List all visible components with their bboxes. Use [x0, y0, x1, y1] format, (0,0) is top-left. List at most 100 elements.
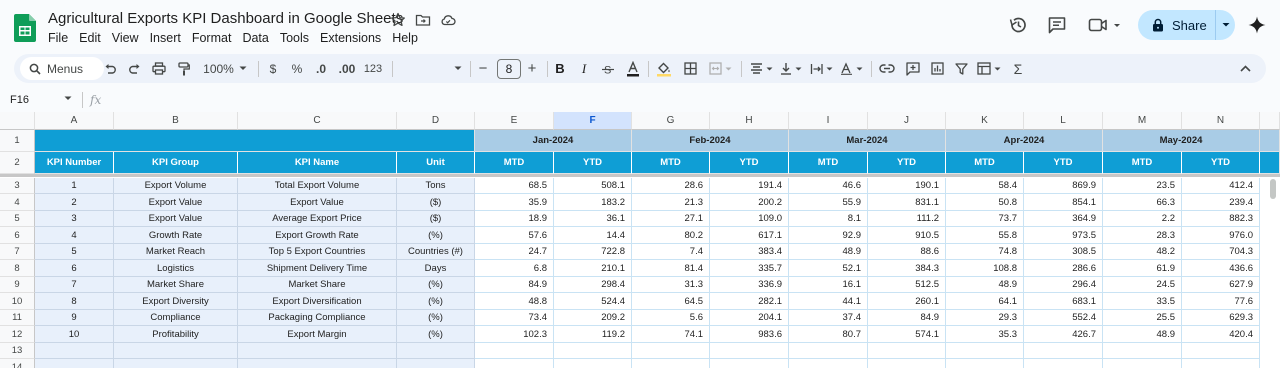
empty-cell[interactable]: [1182, 343, 1260, 359]
kpi-group-cell[interactable]: Market Share: [114, 277, 238, 293]
mtd-value-cell[interactable]: 46.6: [789, 178, 868, 194]
ytd-value-cell[interactable]: 627.9: [1182, 277, 1260, 293]
frozen-rows-divider[interactable]: [0, 174, 1280, 177]
mtd-value-cell[interactable]: 48.9: [789, 244, 868, 260]
kpi-name-cell[interactable]: Export Growth Rate: [238, 227, 397, 244]
ytd-value-cell[interactable]: 204.1: [710, 310, 789, 326]
ytd-value-cell[interactable]: 629.3: [1182, 310, 1260, 326]
ytd-value-cell[interactable]: 426.7: [1024, 326, 1103, 343]
ytd-value-cell[interactable]: 552.4: [1024, 310, 1103, 326]
gemini-sparkle-icon[interactable]: [1247, 15, 1267, 35]
row-header-5[interactable]: 5: [0, 211, 35, 227]
kpi-number-cell[interactable]: 5: [35, 244, 114, 260]
mtd-value-cell[interactable]: 73.4: [475, 310, 554, 326]
name-box[interactable]: F16: [10, 94, 29, 106]
mtd-header[interactable]: MTD: [789, 152, 868, 174]
ytd-value-cell[interactable]: 420.4: [1182, 326, 1260, 343]
mtd-value-cell[interactable]: 64.5: [632, 293, 710, 310]
empty-cell[interactable]: [789, 359, 868, 368]
mtd-value-cell[interactable]: 24.7: [475, 244, 554, 260]
row-header-4[interactable]: 4: [0, 194, 35, 211]
ytd-value-cell[interactable]: 364.9: [1024, 211, 1103, 227]
column-header-m[interactable]: M: [1103, 112, 1182, 130]
mtd-value-cell[interactable]: 64.1: [946, 293, 1024, 310]
font-family-dropdown[interactable]: [400, 54, 462, 83]
ytd-header[interactable]: YTD: [1024, 152, 1103, 174]
kpi-unit-cell[interactable]: (%): [397, 326, 475, 343]
ytd-value-cell[interactable]: 88.6: [868, 244, 946, 260]
column-header-i[interactable]: I: [789, 112, 868, 130]
horizontal-align-dropdown[interactable]: [748, 54, 774, 83]
spreadsheet-grid[interactable]: A B C D E F G H I J K L M N 1 2 3 4 5 6 7 8 9 10 11 12 13 14 Jan-202…: [0, 112, 1280, 368]
more-formats-button[interactable]: 123: [362, 54, 384, 83]
mtd-value-cell[interactable]: 24.5: [1103, 277, 1182, 293]
ytd-value-cell[interactable]: 286.6: [1024, 260, 1103, 277]
row-header-9[interactable]: 9: [0, 277, 35, 293]
ytd-value-cell[interactable]: 298.4: [554, 277, 632, 293]
ytd-value-cell[interactable]: 524.4: [554, 293, 632, 310]
mtd-value-cell[interactable]: 31.3: [632, 277, 710, 293]
mtd-value-cell[interactable]: 28.3: [1103, 227, 1182, 244]
mtd-value-cell[interactable]: 5.6: [632, 310, 710, 326]
italic-button[interactable]: I: [577, 54, 591, 83]
mtd-value-cell[interactable]: 33.5: [1103, 293, 1182, 310]
mtd-value-cell[interactable]: 80.2: [632, 227, 710, 244]
empty-cell[interactable]: [946, 343, 1024, 359]
ytd-value-cell[interactable]: 384.3: [868, 260, 946, 277]
percent-format-button[interactable]: %: [290, 54, 304, 83]
kpi-name-cell[interactable]: Export Margin: [238, 326, 397, 343]
menu-data[interactable]: Data: [242, 31, 268, 47]
ytd-header[interactable]: YTD: [554, 152, 632, 174]
row-header-1[interactable]: 1: [0, 130, 35, 152]
empty-cell[interactable]: [789, 343, 868, 359]
column-header-k[interactable]: K: [946, 112, 1024, 130]
column-header-f[interactable]: F: [554, 112, 632, 130]
merge-cells-button[interactable]: [706, 54, 734, 83]
vertical-align-dropdown[interactable]: [778, 54, 804, 83]
filter-views-dropdown[interactable]: [975, 54, 1003, 83]
ytd-value-cell[interactable]: 210.1: [554, 260, 632, 277]
ytd-value-cell[interactable]: 869.9: [1024, 178, 1103, 194]
menu-edit[interactable]: Edit: [79, 31, 101, 47]
mtd-value-cell[interactable]: 58.4: [946, 178, 1024, 194]
menu-tools[interactable]: Tools: [280, 31, 309, 47]
ytd-value-cell[interactable]: 508.1: [554, 178, 632, 194]
kpi-unit-cell[interactable]: Days: [397, 260, 475, 277]
kpi-number-cell[interactable]: 4: [35, 227, 114, 244]
column-header-n[interactable]: N: [1182, 112, 1260, 130]
column-header-a[interactable]: A: [35, 112, 114, 130]
kpi-name-cell[interactable]: Packaging Compliance: [238, 310, 397, 326]
mtd-value-cell[interactable]: 102.3: [475, 326, 554, 343]
ytd-value-cell[interactable]: 183.2: [554, 194, 632, 211]
undo-button[interactable]: [100, 54, 120, 83]
kpi-number-cell[interactable]: 2: [35, 194, 114, 211]
column-header-c[interactable]: C: [238, 112, 397, 130]
ytd-value-cell[interactable]: 190.1: [868, 178, 946, 194]
kpi-group-cell[interactable]: Growth Rate: [114, 227, 238, 244]
kpi-header-kpi-number[interactable]: KPI Number: [35, 152, 114, 174]
mtd-value-cell[interactable]: 48.8: [475, 293, 554, 310]
empty-cell[interactable]: [710, 343, 789, 359]
kpi-header-unit[interactable]: Unit: [397, 152, 475, 174]
functions-button[interactable]: Σ: [1009, 54, 1027, 83]
empty-cell[interactable]: [475, 359, 554, 368]
kpi-name-cell[interactable]: Market Share: [238, 277, 397, 293]
empty-cell[interactable]: [1103, 359, 1182, 368]
insert-comment-button[interactable]: [903, 54, 923, 83]
kpi-unit-cell[interactable]: (%): [397, 277, 475, 293]
ytd-value-cell[interactable]: 14.4: [554, 227, 632, 244]
mtd-value-cell[interactable]: 2.2: [1103, 211, 1182, 227]
cloud-saved-icon[interactable]: [440, 12, 456, 28]
mtd-value-cell[interactable]: 108.8: [946, 260, 1024, 277]
menu-insert[interactable]: Insert: [150, 31, 181, 47]
share-main-button[interactable]: Share: [1138, 10, 1216, 40]
mtd-value-cell[interactable]: 8.1: [789, 211, 868, 227]
chevron-down-icon[interactable]: [64, 96, 72, 101]
empty-cell[interactable]: [1024, 359, 1103, 368]
mtd-value-cell[interactable]: 61.9: [1103, 260, 1182, 277]
mtd-value-cell[interactable]: 55.8: [946, 227, 1024, 244]
empty-cell[interactable]: [1024, 343, 1103, 359]
ytd-value-cell[interactable]: 84.9: [868, 310, 946, 326]
mtd-value-cell[interactable]: 81.4: [632, 260, 710, 277]
empty-cell[interactable]: [1103, 343, 1182, 359]
